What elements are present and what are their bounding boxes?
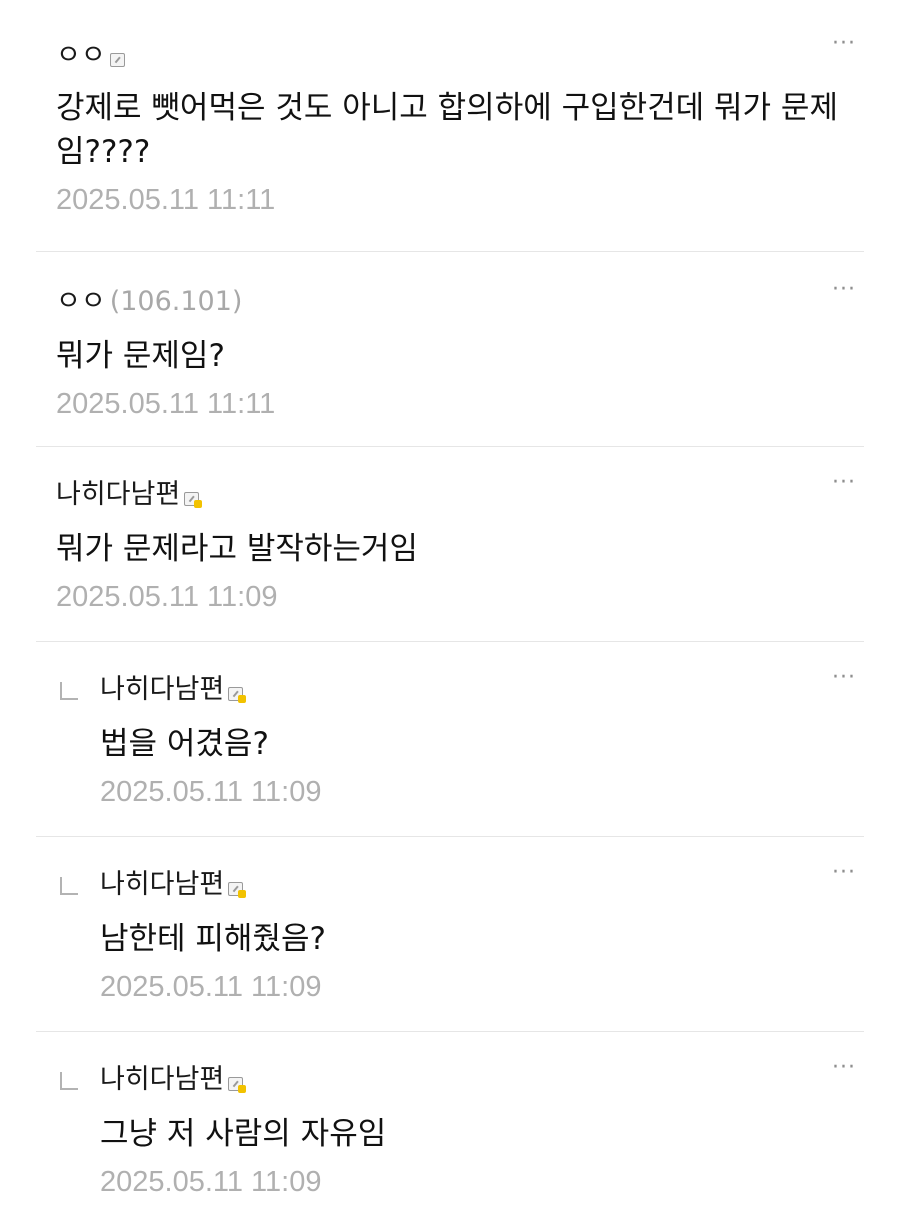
comment-timestamp: 2025.05.11 11:09 bbox=[100, 776, 322, 808]
comment-text: 뭐가 문제임? bbox=[56, 338, 225, 374]
more-options-button[interactable]: ··· bbox=[824, 278, 864, 302]
more-options-button[interactable]: ··· bbox=[824, 32, 864, 56]
comment-author-line: 나히다남편 bbox=[100, 670, 864, 710]
comment-timestamp: 2025.05.11 11:09 bbox=[100, 1166, 322, 1198]
semi-fixed-nick-icon bbox=[228, 1077, 247, 1093]
reply-item: 나히다남편 ··· 그냥 저 사람의 자유임 2025.05.11 11:09 bbox=[36, 1032, 864, 1224]
semi-fixed-nick-icon bbox=[228, 687, 247, 703]
semi-fixed-nick-icon bbox=[184, 492, 203, 508]
comment-timestamp: 2025.05.11 11:11 bbox=[56, 388, 276, 420]
more-options-button[interactable]: ··· bbox=[824, 666, 864, 690]
author-name[interactable]: 나히다남편 bbox=[56, 475, 180, 515]
comment-author-line: ㅇㅇ (106.101) bbox=[56, 282, 864, 322]
comment-item: ㅇㅇ (106.101) ··· 뭐가 문제임? 2025.05.11 11:1… bbox=[36, 252, 864, 447]
author-name[interactable]: ㅇㅇ bbox=[56, 36, 106, 76]
comment-timestamp: 2025.05.11 11:09 bbox=[100, 971, 322, 1003]
author-name[interactable]: ㅇㅇ bbox=[56, 282, 106, 322]
comment-text: 남한테 피해줬음? bbox=[100, 921, 326, 957]
author-name[interactable]: 나히다남편 bbox=[100, 1060, 224, 1100]
comment-list: ㅇㅇ ··· 강제로 뺏어먹은 것도 아니고 합의하에 구입한건데 뭐가 문제임… bbox=[0, 0, 900, 1224]
semi-fixed-nick-icon bbox=[228, 882, 247, 898]
reply-arrow-icon bbox=[60, 1072, 78, 1090]
more-options-button[interactable]: ··· bbox=[824, 1056, 864, 1080]
fixed-nick-icon bbox=[109, 53, 125, 67]
comment-timestamp: 2025.05.11 11:11 bbox=[56, 184, 276, 216]
reply-arrow-icon bbox=[60, 877, 78, 895]
comment-text: 그냥 저 사람의 자유임 bbox=[100, 1116, 387, 1152]
comment-text: 뭐가 문제라고 발작하는거임 bbox=[56, 531, 418, 567]
comment-author-line: ㅇㅇ bbox=[56, 36, 864, 76]
author-name[interactable]: 나히다남편 bbox=[100, 865, 224, 905]
comment-item: 나히다남편 ··· 뭐가 문제라고 발작하는거임 2025.05.11 11:0… bbox=[36, 447, 864, 642]
comment-author-line: 나히다남편 bbox=[56, 475, 864, 515]
reply-item: 나히다남편 ··· 법을 어겼음? 2025.05.11 11:09 bbox=[36, 642, 864, 837]
comment-text: 강제로 뺏어먹은 것도 아니고 합의하에 구입한건데 뭐가 문제임???? bbox=[56, 90, 838, 170]
author-ip: (106.101) bbox=[109, 286, 243, 317]
more-options-button[interactable]: ··· bbox=[824, 471, 864, 495]
comment-item: ㅇㅇ ··· 강제로 뺏어먹은 것도 아니고 합의하에 구입한건데 뭐가 문제임… bbox=[36, 0, 864, 252]
comment-text: 법을 어겼음? bbox=[100, 726, 269, 762]
reply-item: 나히다남편 ··· 남한테 피해줬음? 2025.05.11 11:09 bbox=[36, 837, 864, 1032]
more-options-button[interactable]: ··· bbox=[824, 861, 864, 885]
comment-author-line: 나히다남편 bbox=[100, 1060, 864, 1100]
comment-author-line: 나히다남편 bbox=[100, 865, 864, 905]
reply-arrow-icon bbox=[60, 682, 78, 700]
comment-timestamp: 2025.05.11 11:09 bbox=[56, 581, 278, 613]
author-name[interactable]: 나히다남편 bbox=[100, 670, 224, 710]
